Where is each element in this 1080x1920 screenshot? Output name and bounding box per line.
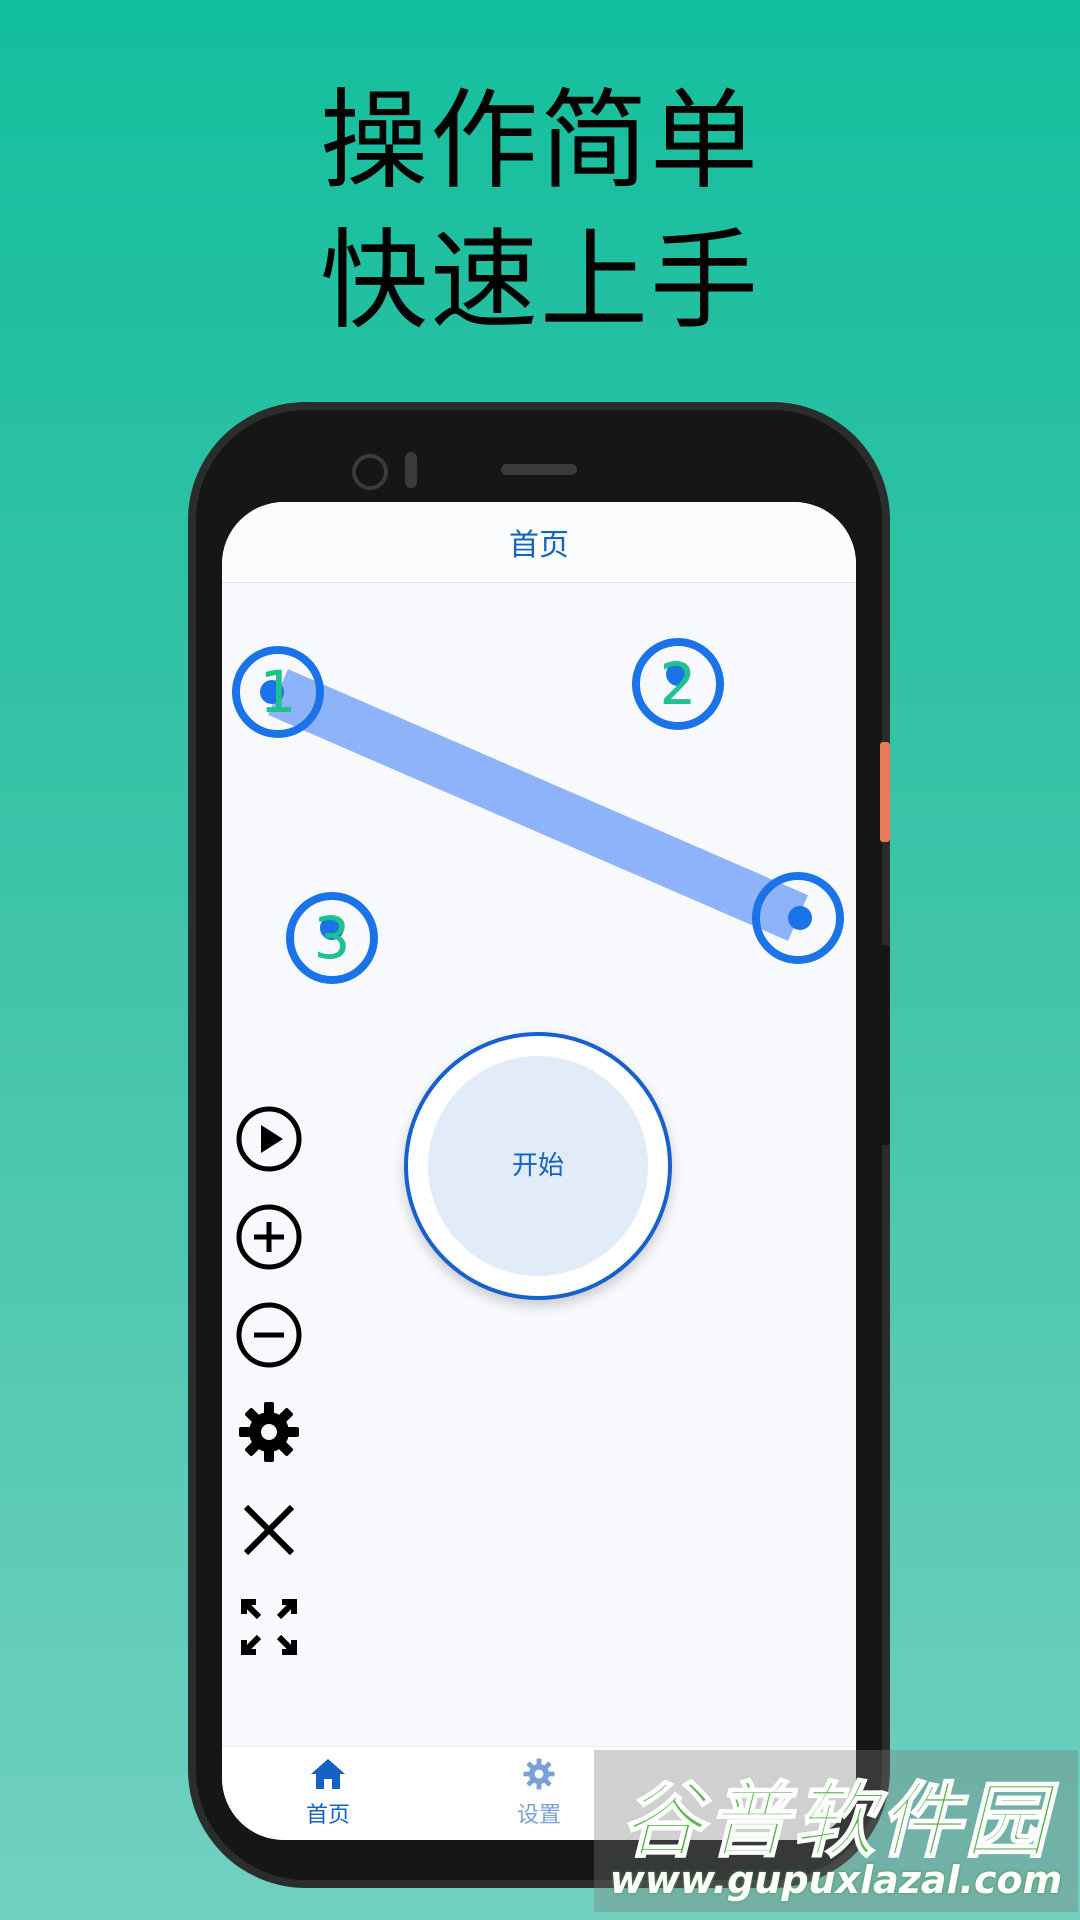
start-button-face: 开始 (428, 1056, 648, 1276)
zoom-out-icon[interactable] (234, 1300, 304, 1370)
close-icon[interactable] (234, 1495, 304, 1565)
watermark-title: 谷普软件园 (620, 1773, 1051, 1870)
play-icon[interactable] (234, 1104, 304, 1174)
front-camera (352, 454, 388, 490)
start-button[interactable]: 开始 (404, 1032, 672, 1300)
earpiece-speaker (501, 464, 577, 475)
nav-label-home: 首页 (305, 1803, 350, 1828)
swipe-path (268, 669, 808, 941)
tap-point-2-label: 2 (660, 650, 697, 718)
headline-line-1: 操作简单 (319, 79, 760, 204)
watermark-url: www.gupuxlazal.com (609, 1858, 1063, 1902)
watermark: 谷普软件园 www.gupuxlazal.com (594, 1750, 1078, 1912)
phone-volume-button (880, 945, 890, 1145)
tap-point-1-label: 1 (260, 658, 297, 726)
phone-power-button (880, 742, 890, 842)
start-button-label: 开始 (511, 1151, 564, 1181)
home-icon (311, 1759, 345, 1789)
nav-item-settings[interactable]: 设置 (479, 1757, 599, 1829)
zoom-in-icon[interactable] (234, 1202, 304, 1272)
headline-line-2: 快速上手 (319, 219, 760, 344)
fullscreen-icon[interactable] (234, 1592, 304, 1662)
nav-label-settings: 设置 (516, 1803, 561, 1828)
tap-point-3[interactable]: 3 (286, 892, 378, 984)
tap-point-3-label: 3 (314, 904, 351, 972)
sensor (405, 452, 417, 488)
tap-point-2[interactable]: 2 (632, 638, 724, 730)
nav-item-home[interactable]: 首页 (268, 1757, 388, 1829)
gear-icon[interactable] (234, 1397, 304, 1467)
gear-icon (523, 1758, 555, 1790)
